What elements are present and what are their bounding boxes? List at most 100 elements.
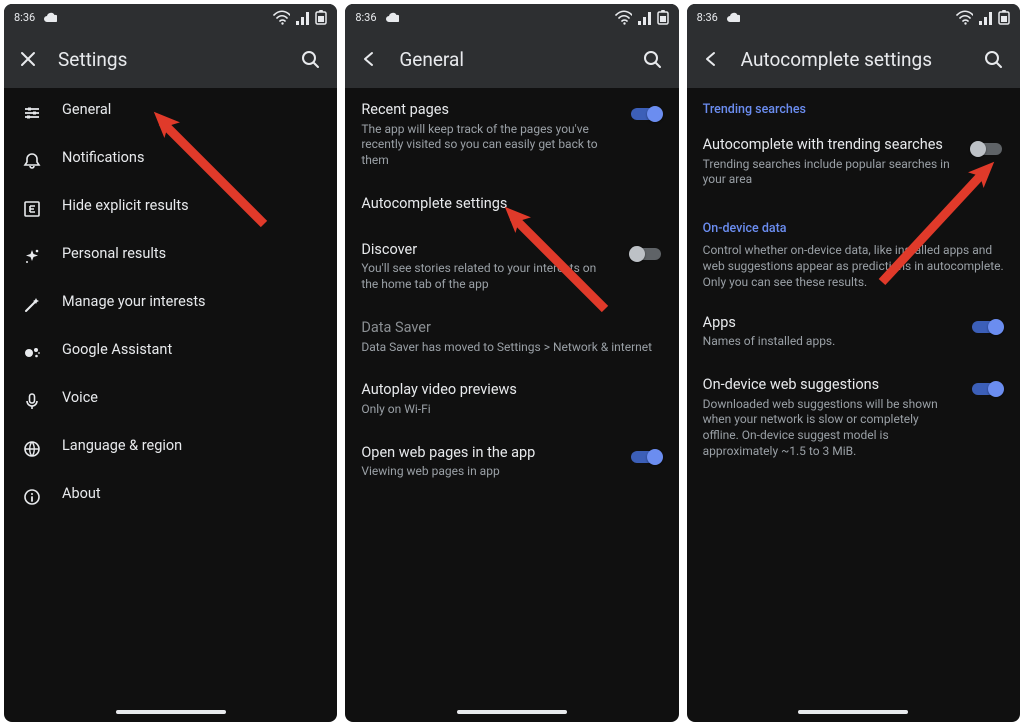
settings-item-hide-explicit[interactable]: Hide explicit results [4, 184, 337, 232]
close-button[interactable] [18, 49, 52, 69]
phone-autocomplete-settings: 8:36 Autocomplete settings Trending sear… [687, 4, 1020, 722]
row-title: Discover [361, 241, 610, 260]
nav-pill[interactable] [457, 710, 567, 714]
row-label: Language & region [62, 437, 321, 456]
row-title: On-device web suggestions [703, 376, 952, 395]
row-label: General [62, 101, 321, 120]
setting-autocomplete[interactable]: Autocomplete settings [345, 182, 678, 228]
appbar: General [345, 30, 678, 88]
signal-icon [977, 9, 992, 25]
toggle-discover[interactable] [629, 245, 663, 263]
setting-open-web-pages[interactable]: Open web pages in the app Viewing web pa… [345, 431, 678, 493]
row-subtitle: Only on Wi-Fi [361, 402, 662, 418]
setting-autoplay-previews[interactable]: Autoplay video previews Only on Wi-Fi [345, 368, 678, 430]
toggle-web-suggestions[interactable] [970, 380, 1004, 398]
back-icon [359, 49, 379, 69]
signal-icon [636, 9, 651, 25]
phone-settings: 8:36 Settings General Notifications Hide… [4, 4, 337, 722]
row-title: Open web pages in the app [361, 444, 610, 463]
row-title: Data Saver [361, 319, 662, 338]
status-time: 8:36 [355, 11, 376, 24]
status-time: 8:36 [14, 11, 35, 24]
setting-apps[interactable]: Apps Names of installed apps. [687, 301, 1020, 363]
search-button[interactable] [976, 49, 1010, 69]
settings-item-notifications[interactable]: Notifications [4, 136, 337, 184]
back-button[interactable] [359, 49, 393, 69]
row-subtitle: Names of installed apps. [703, 334, 952, 350]
statusbar: 8:36 [4, 4, 337, 30]
toggle-trending[interactable] [970, 140, 1004, 158]
settings-item-general[interactable]: General [4, 88, 337, 136]
row-label: Personal results [62, 245, 321, 264]
page-title: Autocomplete settings [735, 48, 976, 71]
info-icon [20, 485, 44, 507]
general-list: Recent pages The app will keep track of … [345, 88, 678, 722]
nav-pill[interactable] [116, 710, 226, 714]
row-title: Recent pages [361, 101, 610, 120]
sparkle-icon [20, 245, 44, 267]
row-subtitle: The app will keep track of the pages you… [361, 122, 610, 169]
row-label: Google Assistant [62, 341, 321, 360]
row-label: Notifications [62, 149, 321, 168]
status-time: 8:36 [697, 11, 718, 24]
explicit-icon [20, 197, 44, 219]
mic-icon [20, 389, 44, 411]
row-subtitle: Downloaded web suggestions will be shown… [703, 397, 952, 459]
search-button[interactable] [635, 49, 669, 69]
settings-item-voice[interactable]: Voice [4, 376, 337, 424]
nav-pill[interactable] [798, 710, 908, 714]
row-title: Apps [703, 314, 952, 333]
appbar: Settings [4, 30, 337, 88]
toggle-open-web-pages[interactable] [629, 448, 663, 466]
wifi-icon [272, 9, 290, 25]
battery-icon [996, 8, 1010, 26]
row-subtitle: You'll see stories related to your inter… [361, 261, 610, 292]
settings-list: General Notifications Hide explicit resu… [4, 88, 337, 722]
page-title: Settings [52, 48, 293, 71]
section-on-device-desc: Control whether on-device data, like ins… [687, 242, 1020, 301]
autocomplete-list: Trending searches Autocomplete with tren… [687, 88, 1020, 722]
row-title: Autoplay video previews [361, 381, 662, 400]
row-label: Voice [62, 389, 321, 408]
setting-recent-pages[interactable]: Recent pages The app will keep track of … [345, 88, 678, 182]
wand-icon [20, 293, 44, 315]
row-subtitle: Viewing web pages in app [361, 464, 610, 480]
row-label: Manage your interests [62, 293, 321, 312]
wifi-icon [614, 9, 632, 25]
battery-icon [655, 8, 669, 26]
setting-autocomplete-trending[interactable]: Autocomplete with trending searches Tren… [687, 123, 1020, 201]
section-on-device-data: On-device data [687, 201, 1020, 242]
row-label: About [62, 485, 321, 504]
setting-discover[interactable]: Discover You'll see stories related to y… [345, 228, 678, 306]
search-icon [983, 49, 1003, 69]
settings-item-about[interactable]: About [4, 472, 337, 520]
row-subtitle: Data Saver has moved to Settings > Netwo… [361, 340, 662, 356]
page-title: General [393, 48, 634, 71]
globe-icon [20, 437, 44, 459]
settings-item-manage-interests[interactable]: Manage your interests [4, 280, 337, 328]
row-label: Hide explicit results [62, 197, 321, 216]
section-trending-searches: Trending searches [687, 88, 1020, 123]
settings-item-google-assistant[interactable]: Google Assistant [4, 328, 337, 376]
search-button[interactable] [293, 49, 327, 69]
row-subtitle: Trending searches include popular search… [703, 157, 952, 188]
battery-icon [313, 8, 327, 26]
phone-general: 8:36 General Recent pages The app will k… [345, 4, 678, 722]
settings-item-personal-results[interactable]: Personal results [4, 232, 337, 280]
toggle-apps[interactable] [970, 318, 1004, 336]
close-icon [18, 49, 38, 69]
statusbar: 8:36 [345, 4, 678, 30]
settings-item-language-region[interactable]: Language & region [4, 424, 337, 472]
assistant-icon [20, 341, 44, 363]
row-title: Autocomplete settings [361, 195, 662, 214]
back-button[interactable] [701, 49, 735, 69]
setting-web-suggestions[interactable]: On-device web suggestions Downloaded web… [687, 363, 1020, 472]
row-title: Autocomplete with trending searches [703, 136, 952, 155]
sliders-icon [20, 101, 44, 123]
signal-icon [294, 9, 309, 25]
search-icon [300, 49, 320, 69]
back-icon [701, 49, 721, 69]
search-icon [642, 49, 662, 69]
toggle-recent-pages[interactable] [629, 105, 663, 123]
bell-icon [20, 149, 44, 171]
